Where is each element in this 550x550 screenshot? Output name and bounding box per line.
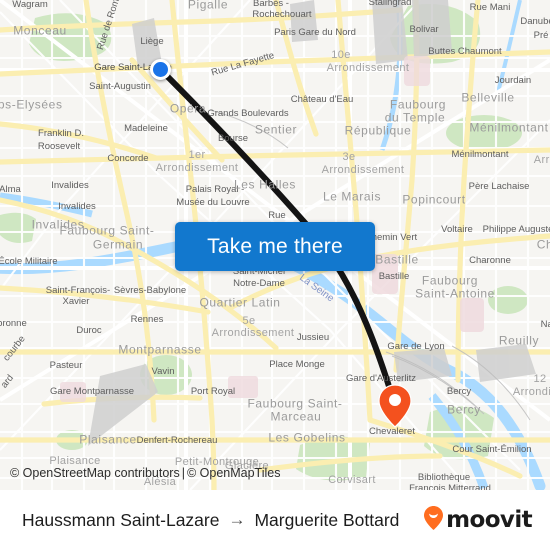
footer-bar: Haussmann Saint-Lazare → Marguerite Bott… <box>0 490 550 550</box>
attribution-osm[interactable]: © OpenStreetMap contributors <box>10 466 180 480</box>
route-destination-label: Marguerite Bottard <box>254 509 400 530</box>
arrow-right-icon: → <box>228 510 246 529</box>
moovit-route-map-screen: Wagram Rue de Rome Monceau Liège Pigalle Barb… <box>0 0 550 550</box>
moovit-logo[interactable]: moovit <box>424 490 533 550</box>
map-canvas[interactable]: Wagram Rue de Rome Monceau Liège Pigalle Barb… <box>0 0 550 490</box>
moovit-wordmark: moovit <box>446 507 532 533</box>
route-summary: Haussmann Saint-Lazare → Marguerite Bott… <box>22 490 399 550</box>
take-me-there-button[interactable]: Take me there <box>175 222 375 271</box>
origin-dot-icon[interactable] <box>150 59 171 80</box>
route-origin-label: Haussmann Saint-Lazare <box>22 509 220 530</box>
map-attribution: © OpenStreetMap contributors | © OpenMapTi… <box>10 466 280 480</box>
attribution-tiles[interactable]: © OpenMapTiles <box>187 466 281 480</box>
moovit-pin-smile-icon <box>424 505 444 535</box>
attribution-separator: | <box>181 466 185 480</box>
destination-pin-icon[interactable] <box>378 384 412 428</box>
